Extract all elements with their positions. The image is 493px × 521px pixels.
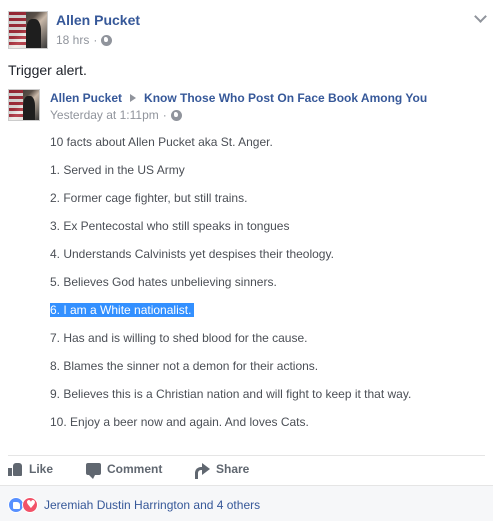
- author-name[interactable]: Allen Pucket: [56, 12, 140, 28]
- body-line-text: 2. Former cage fighter, but still trains…: [50, 191, 248, 205]
- post-time[interactable]: 18 hrs: [56, 33, 89, 47]
- meta-separator: ·: [162, 108, 167, 122]
- comment-icon: [86, 463, 101, 479]
- reactions-bar: Jeremiah Dustin Harrington and 4 others: [0, 485, 493, 521]
- share-label: Share: [216, 462, 250, 476]
- author-avatar[interactable]: [8, 11, 48, 49]
- avatar-figure: [22, 96, 35, 120]
- shared-target-group[interactable]: Know Those Who Post On Face Book Among Y…: [144, 91, 427, 105]
- body-line-text: 8. Blames the sinner not a demon for the…: [50, 359, 319, 373]
- reactions-summary[interactable]: Jeremiah Dustin Harrington and 4 others: [44, 498, 260, 512]
- like-button[interactable]: Like: [8, 462, 86, 476]
- body-line-text: 3. Ex Pentecostal who still speaks in to…: [50, 219, 290, 233]
- thumbs-up-icon: [8, 462, 23, 476]
- body-line: 7. Has and is willing to shed blood for …: [50, 331, 411, 359]
- body-line-text: 1. Served in the US Army: [50, 163, 185, 177]
- body-line-text: 9. Believes this is a Christian nation a…: [50, 387, 412, 401]
- avatar-flag: [9, 90, 23, 120]
- avatar-flag: [9, 12, 27, 48]
- share-button[interactable]: Share: [195, 462, 250, 479]
- selected-text[interactable]: 6. I am a White nationalist.: [50, 303, 195, 317]
- comment-button[interactable]: Comment: [86, 462, 195, 479]
- body-line-text: 4. Understands Calvinists yet despises t…: [50, 247, 334, 261]
- post-meta: 18 hrs ·: [56, 33, 113, 47]
- body-line: 6. I am a White nationalist.: [50, 303, 411, 331]
- body-line: 3. Ex Pentecostal who still speaks in to…: [50, 219, 411, 247]
- shared-meta: Yesterday at 1:11pm ·: [50, 108, 182, 122]
- shared-body: 10 facts about Allen Pucket aka St. Ange…: [50, 135, 411, 443]
- shared-header: Allen Pucket Know Those Who Post On Face…: [50, 91, 427, 105]
- body-line: 2. Former cage fighter, but still trains…: [50, 191, 411, 219]
- body-line: 4. Understands Calvinists yet despises t…: [50, 247, 411, 275]
- globe-icon[interactable]: [170, 109, 182, 121]
- share-icon: [195, 462, 210, 479]
- comment-label: Comment: [107, 462, 163, 476]
- post-text: Trigger alert.: [8, 62, 87, 78]
- globe-icon[interactable]: [101, 34, 113, 46]
- chevron-down-icon[interactable]: [474, 10, 487, 23]
- body-line: 10. Enjoy a beer now and again. And love…: [50, 415, 411, 443]
- body-line: 8. Blames the sinner not a demon for the…: [50, 359, 411, 387]
- body-line-text: 7. Has and is willing to shed blood for …: [50, 331, 308, 345]
- arrow-right-icon: [130, 94, 137, 102]
- body-line: 9. Believes this is a Christian nation a…: [50, 387, 411, 415]
- love-icon: [22, 497, 38, 513]
- shared-author-avatar[interactable]: [8, 89, 40, 121]
- body-line-text: 10. Enjoy a beer now and again. And love…: [50, 415, 309, 429]
- body-line-text: 5. Believes God hates unbelieving sinner…: [50, 275, 277, 289]
- shared-author-name[interactable]: Allen Pucket: [50, 91, 122, 105]
- body-line: 10 facts about Allen Pucket aka St. Ange…: [50, 135, 411, 163]
- reaction-icons[interactable]: [8, 497, 38, 513]
- actions-divider: [8, 455, 485, 456]
- action-bar: Like Comment Share: [8, 462, 250, 479]
- shared-time[interactable]: Yesterday at 1:11pm: [50, 108, 159, 122]
- like-label: Like: [29, 462, 54, 476]
- body-line-text: 10 facts about Allen Pucket aka St. Ange…: [50, 135, 273, 149]
- avatar-figure: [26, 19, 42, 48]
- body-line: 1. Served in the US Army: [50, 163, 411, 191]
- meta-separator: ·: [93, 33, 98, 47]
- body-line: 5. Believes God hates unbelieving sinner…: [50, 275, 411, 303]
